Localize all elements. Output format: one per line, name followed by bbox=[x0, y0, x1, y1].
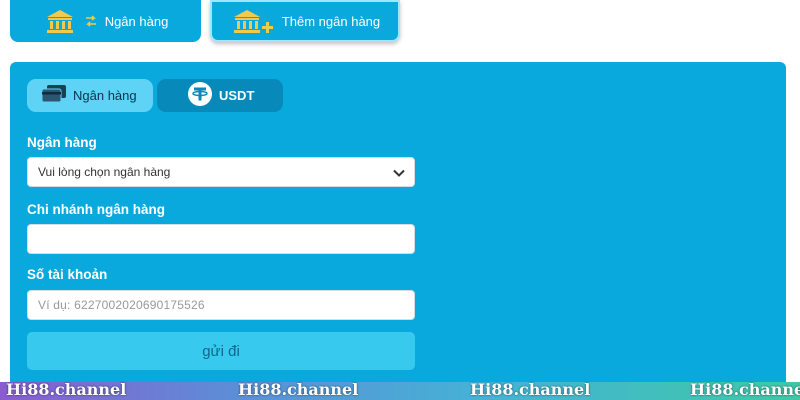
tether-icon bbox=[187, 81, 213, 110]
tab-usdt-label: USDT bbox=[219, 88, 255, 103]
submit-button-label: gửi đi bbox=[202, 342, 240, 360]
tab-usdt[interactable]: USDT bbox=[157, 79, 283, 112]
card-icon bbox=[41, 84, 67, 107]
chevron-down-icon bbox=[392, 166, 406, 183]
watermark-text: Hi88.channel bbox=[238, 380, 359, 399]
bank-field-label: Ngân hàng bbox=[27, 135, 97, 150]
swap-arrows-icon bbox=[85, 14, 97, 28]
bank-button[interactable]: Ngân hàng bbox=[10, 0, 201, 42]
withdraw-panel: Ngân hàng USDT Ngân hàng Vui lòng chọn n… bbox=[10, 62, 786, 392]
account-number-placeholder: Ví dụ: 6227002020690175526 bbox=[38, 298, 205, 312]
account-number-input[interactable]: Ví dụ: 6227002020690175526 bbox=[27, 290, 415, 320]
branch-input[interactable] bbox=[27, 224, 415, 254]
account-field-label: Số tài khoản bbox=[27, 267, 108, 282]
branch-field-label: Chi nhánh ngân hàng bbox=[27, 202, 165, 217]
bank-select[interactable]: Vui lòng chọn ngân hàng bbox=[27, 157, 415, 187]
bank-select-value: Vui lòng chọn ngân hàng bbox=[38, 165, 171, 179]
tab-bank-label: Ngân hàng bbox=[73, 88, 137, 103]
bank-icon bbox=[43, 8, 77, 34]
submit-button[interactable]: gửi đi bbox=[27, 332, 415, 370]
bank-button-label: Ngân hàng bbox=[104, 13, 169, 29]
watermark-text: Hi88.channel bbox=[6, 380, 127, 399]
watermark-text: Hi88.channel bbox=[470, 380, 591, 399]
add-bank-button[interactable]: Thêm ngân hàng bbox=[210, 0, 400, 42]
tab-bank[interactable]: Ngân hàng bbox=[27, 79, 153, 112]
bank-plus-icon bbox=[230, 7, 274, 35]
add-bank-button-label: Thêm ngân hàng bbox=[281, 13, 381, 29]
watermark-text: Hi88.channel bbox=[690, 380, 800, 399]
